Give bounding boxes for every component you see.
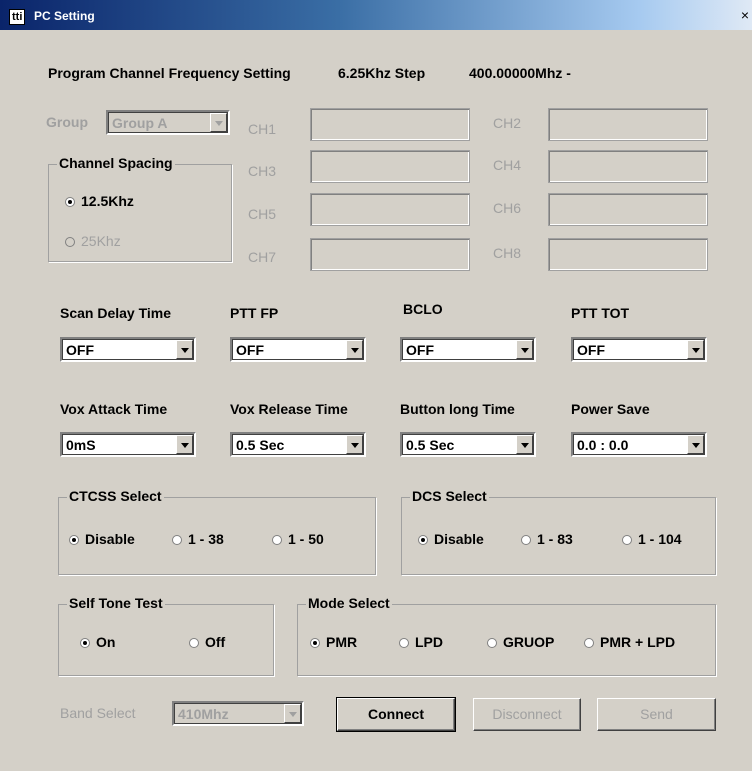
dcs-disable-radio[interactable]: Disable [418,530,484,548]
power-save-label: Power Save [571,401,650,417]
mode-pmr-lpd-radio[interactable]: PMR + LPD [584,633,675,651]
group-select: Group A [106,110,230,135]
chevron-down-icon[interactable] [176,435,193,454]
ch3-label: CH3 [248,163,277,179]
ptt-tot-value: OFF [577,342,605,358]
mode-gruop-radio[interactable]: GRUOP [487,633,554,651]
ch1-field [310,108,470,141]
chevron-down-icon[interactable] [346,340,363,359]
ctcss-1-38-radio[interactable]: 1 - 38 [172,530,224,548]
spacing-25-radio: 25Khz [65,232,121,250]
disconnect-button: Disconnect [473,698,581,731]
scan-delay-value: OFF [66,342,94,358]
button-long-value: 0.5 Sec [406,437,455,453]
pc-setting-window: tti PC Setting × Program Channel Frequen… [0,0,752,771]
ctcss-disable-radio[interactable]: Disable [69,530,135,548]
self-tone-title: Self Tone Test [67,594,165,612]
bclo-value: OFF [406,342,434,358]
chevron-down-icon[interactable] [176,340,193,359]
connect-button[interactable]: Connect [336,697,456,732]
self-tone-off-radio[interactable]: Off [189,633,225,651]
dcs-1-83-radio[interactable]: 1 - 83 [521,530,573,548]
button-long-label: Button long Time [400,401,515,417]
mode-lpd-radio[interactable]: LPD [399,633,443,651]
chevron-down-icon[interactable] [687,435,704,454]
ch8-field [548,238,708,271]
bclo-select[interactable]: OFF [400,337,536,362]
ptt-fp-label: PTT FP [230,305,279,321]
ptt-tot-select[interactable]: OFF [571,337,707,362]
header-label: Program Channel Frequency Setting [48,65,291,81]
vox-attack-select[interactable]: 0mS [60,432,196,457]
frequency-label: 400.00000Mhz - [469,65,571,81]
chevron-down-icon[interactable] [346,435,363,454]
ch5-field [310,193,470,226]
power-save-select[interactable]: 0.0 : 0.0 [571,432,707,457]
scan-delay-label: Scan Delay Time [60,305,172,321]
chevron-down-icon[interactable] [687,340,704,359]
spacing-12-5-radio[interactable]: 12.5Khz [65,192,134,210]
chevron-down-icon [284,704,301,723]
self-tone-group: Self Tone Test On Off [58,594,274,676]
vox-release-select[interactable]: 0.5 Sec [230,432,366,457]
scan-delay-select[interactable]: OFF [60,337,196,362]
chevron-down-icon[interactable] [516,435,533,454]
mode-pmr-radio[interactable]: PMR [310,633,357,651]
ch2-label: CH2 [493,115,522,131]
mode-title: Mode Select [306,594,392,612]
channel-spacing-title: Channel Spacing [57,154,175,172]
dcs-1-104-radio[interactable]: 1 - 104 [622,530,682,548]
ch7-field [310,238,470,271]
ch4-label: CH4 [493,157,522,173]
send-button: Send [597,698,716,731]
ptt-fp-select[interactable]: OFF [230,337,366,362]
mode-group: Mode Select PMR LPD GRUOP PMR + LPD [297,594,716,676]
vox-attack-label: Vox Attack Time [60,401,168,417]
ctcss-1-50-radio[interactable]: 1 - 50 [272,530,324,548]
window-title: PC Setting [34,9,95,23]
ch6-label: CH6 [493,200,522,216]
vox-release-value: 0.5 Sec [236,437,285,453]
ch4-field [548,150,708,183]
ctcss-title: CTCSS Select [67,487,164,505]
close-icon[interactable]: × [738,7,752,23]
ch5-label: CH5 [248,206,277,222]
band-select-label: Band Select [60,705,136,721]
ch8-label: CH8 [493,245,522,261]
button-long-select[interactable]: 0.5 Sec [400,432,536,457]
band-select-value: 410Mhz [178,706,229,722]
group-label: Group [46,114,88,130]
vox-release-label: Vox Release Time [230,401,348,417]
channel-spacing-group: Channel Spacing 12.5Khz 25Khz [48,154,232,262]
band-select: 410Mhz [172,701,304,726]
app-icon: tti [9,9,26,25]
title-bar: tti PC Setting × [0,0,752,30]
chevron-down-icon [210,113,227,132]
dcs-title: DCS Select [410,487,489,505]
ctcss-group: CTCSS Select Disable 1 - 38 1 - 50 [58,487,376,575]
ptt-tot-label: PTT TOT [571,305,630,321]
group-select-value: Group A [112,115,168,131]
vox-attack-value: 0mS [66,437,96,453]
ptt-fp-value: OFF [236,342,264,358]
bclo-label: BCLO [403,301,443,317]
self-tone-on-radio[interactable]: On [80,633,115,651]
power-save-value: 0.0 : 0.0 [577,437,629,453]
ch6-field [548,193,708,226]
ch1-label: CH1 [248,121,277,137]
dcs-group: DCS Select Disable 1 - 83 1 - 104 [401,487,716,575]
chevron-down-icon[interactable] [516,340,533,359]
step-label: 6.25Khz Step [338,65,426,81]
ch3-field [310,150,470,183]
ch2-field [548,108,708,141]
ch7-label: CH7 [248,249,277,265]
